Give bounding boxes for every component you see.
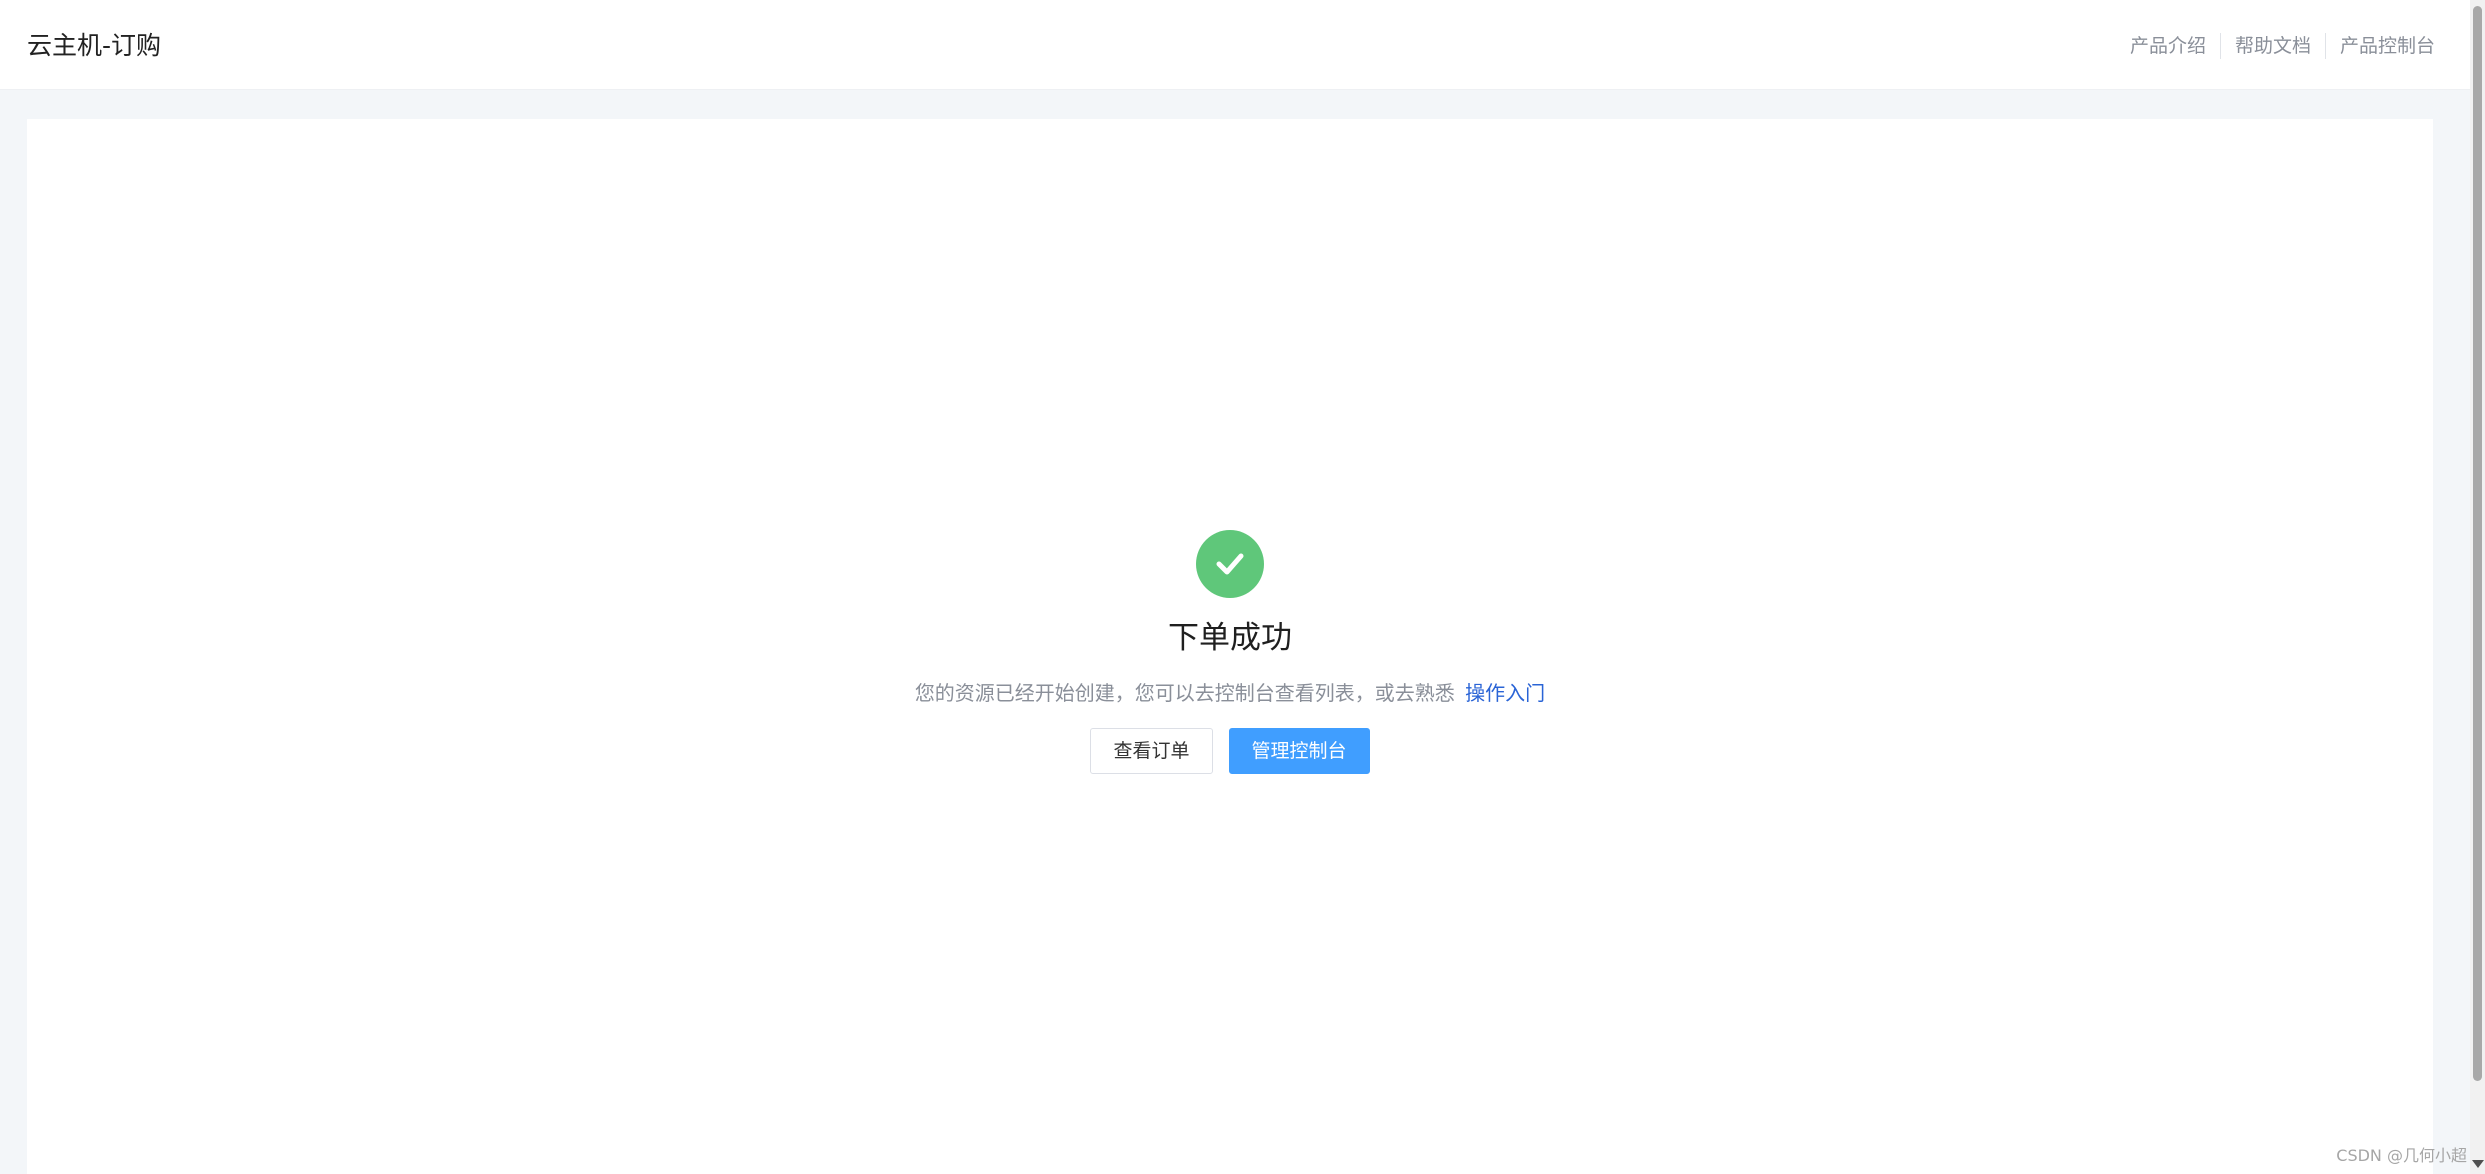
nav-link-product-console[interactable]: 产品控制台 bbox=[2326, 30, 2435, 62]
order-result: 下单成功 您的资源已经开始创建，您可以去控制台查看列表，或去熟悉 操作入门 查看… bbox=[27, 530, 2433, 774]
result-description: 您的资源已经开始创建，您可以去控制台查看列表，或去熟悉 操作入门 bbox=[915, 678, 1545, 708]
app-title: 云主机-订购 bbox=[27, 31, 162, 60]
nav-link-help-docs[interactable]: 帮助文档 bbox=[2221, 30, 2325, 62]
scrollbar-thumb[interactable] bbox=[2473, 6, 2482, 1081]
check-circle-icon bbox=[1196, 530, 1264, 598]
result-title: 下单成功 bbox=[1168, 620, 1292, 656]
result-description-text: 您的资源已经开始创建，您可以去控制台查看列表，或去熟悉 bbox=[914, 681, 1455, 705]
content-card: 下单成功 您的资源已经开始创建，您可以去控制台查看列表，或去熟悉 操作入门 查看… bbox=[27, 119, 2433, 1174]
vertical-scrollbar[interactable] bbox=[2470, 0, 2485, 1174]
getting-started-link[interactable]: 操作入门 bbox=[1465, 681, 1545, 705]
view-order-button[interactable]: 查看订单 bbox=[1090, 728, 1213, 774]
watermark: CSDN @几何小超 bbox=[2336, 1146, 2467, 1165]
manage-console-button[interactable]: 管理控制台 bbox=[1228, 728, 1370, 774]
check-mark-icon bbox=[1216, 553, 1244, 575]
header-nav: 产品介绍 帮助文档 产品控制台 bbox=[2116, 30, 2435, 62]
top-header: 云主机-订购 产品介绍 帮助文档 产品控制台 bbox=[0, 0, 2470, 90]
scroll-down-arrow-icon[interactable] bbox=[2472, 1160, 2484, 1168]
nav-link-product-intro[interactable]: 产品介绍 bbox=[2116, 30, 2220, 62]
result-actions: 查看订单 管理控制台 bbox=[1090, 728, 1370, 774]
